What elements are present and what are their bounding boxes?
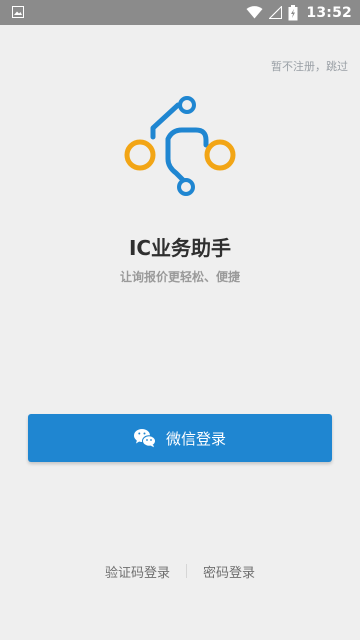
circuit-node-logo bbox=[124, 96, 236, 196]
app-title: IC业务助手 bbox=[128, 236, 232, 260]
wechat-login-label: 微信登录 bbox=[165, 429, 226, 448]
wechat-icon bbox=[133, 429, 156, 448]
alt-login-links: 验证码登录 密码登录 bbox=[0, 561, 360, 581]
status-icons: 13:52 bbox=[246, 0, 352, 25]
status-time: 13:52 bbox=[306, 4, 352, 21]
image-icon bbox=[12, 6, 24, 18]
status-bar: 13:52 bbox=[0, 0, 360, 25]
wifi-icon bbox=[246, 6, 263, 19]
skip-registration-link[interactable]: 暂不注册，跳过 bbox=[271, 58, 348, 74]
app-subtitle: 让询报价更轻松、便捷 bbox=[119, 270, 240, 284]
password-login-link[interactable]: 密码登录 bbox=[187, 562, 271, 581]
signal-icon bbox=[269, 6, 283, 19]
code-login-link[interactable]: 验证码登录 bbox=[89, 562, 186, 581]
battery-charging-icon bbox=[288, 4, 298, 20]
wechat-login-button[interactable]: 微信登录 bbox=[28, 414, 332, 462]
